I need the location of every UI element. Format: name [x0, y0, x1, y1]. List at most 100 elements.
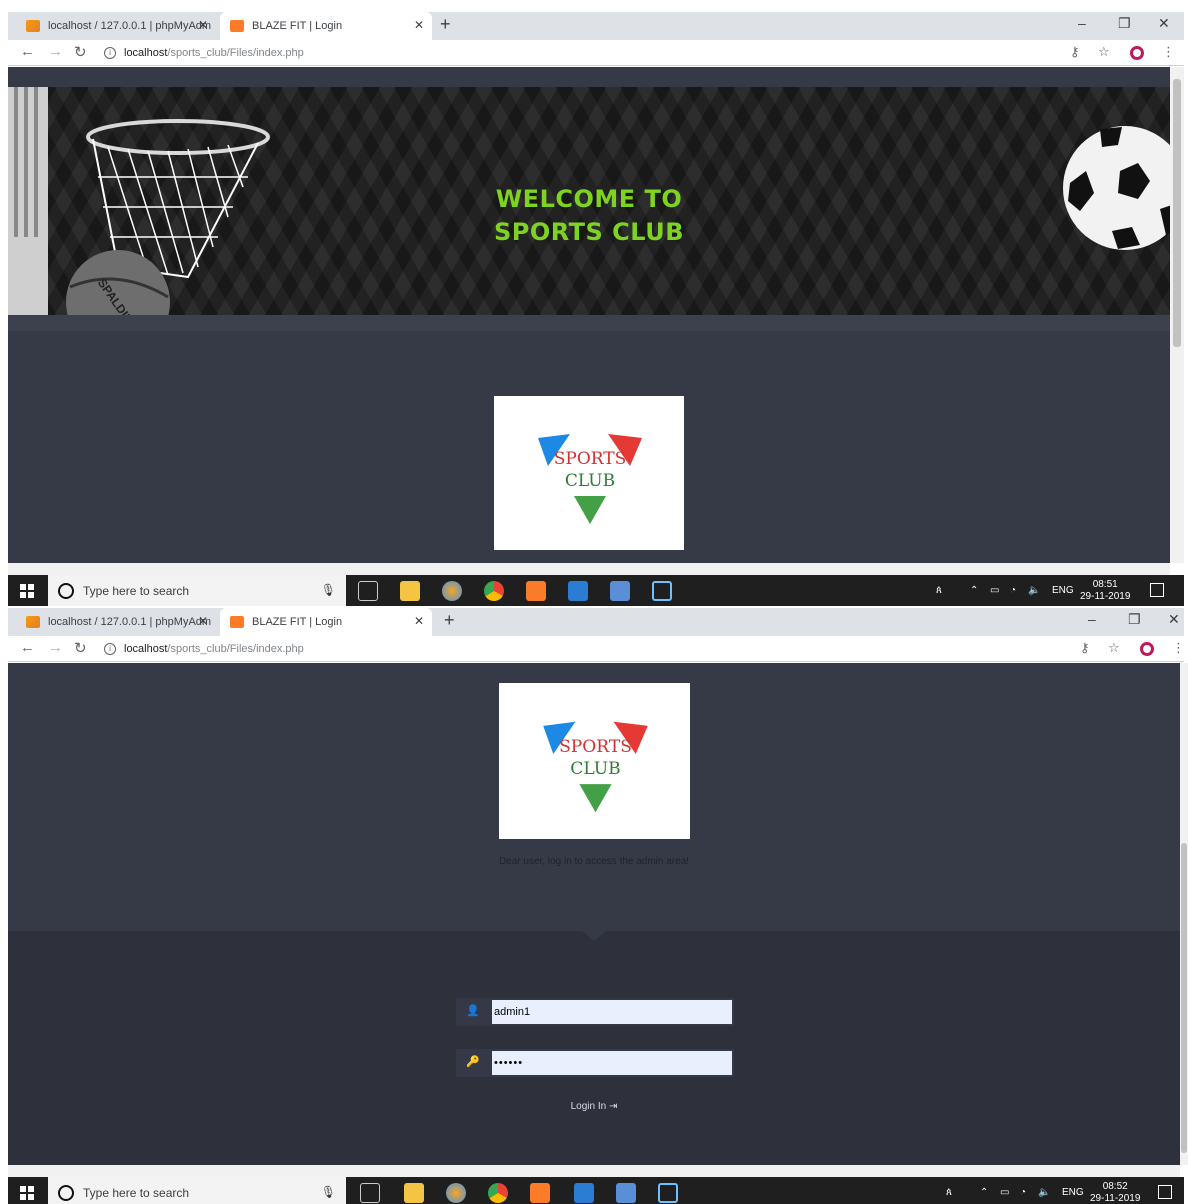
soccer-ball-icon [1063, 126, 1170, 250]
notes-icon[interactable] [610, 581, 630, 601]
welcome-line-1: WELCOME TO [495, 185, 683, 213]
logo-text-sports: SPORTS [554, 449, 627, 469]
profile-target-icon[interactable] [1140, 642, 1154, 656]
profile-target-icon[interactable] [1130, 46, 1144, 60]
word-icon[interactable] [574, 1183, 594, 1203]
menu-dots-icon[interactable]: ⋮ [1172, 640, 1185, 656]
microphone-icon[interactable]: 🎙 [321, 1185, 336, 1199]
chrome-icon[interactable] [488, 1183, 508, 1203]
app-icon[interactable] [446, 1183, 466, 1203]
volume-icon[interactable]: 🔈 [1028, 585, 1040, 596]
tab-phpmyadmin[interactable]: localhost / 127.0.0.1 | phpMyAdm ✕ [16, 608, 216, 636]
hero-banner: SPALDING WELCOME TO SPORTS CLUB [8, 87, 1170, 315]
search-placeholder: Type here to search [83, 584, 190, 598]
tab-phpmyadmin[interactable]: localhost / 127.0.0.1 | phpMyAdm ✕ [16, 12, 216, 40]
windows-start-icon[interactable] [20, 584, 34, 598]
taskbar-search-box[interactable]: Type here to search 🎙 [48, 575, 346, 606]
snipping-tool-icon[interactable] [658, 1183, 678, 1203]
tab-label: BLAZE FIT | Login [252, 20, 343, 32]
taskbar-clock[interactable]: 08:52 29-11-2019 [1090, 1181, 1140, 1204]
cortana-icon [58, 1185, 74, 1201]
login-lead-text: Dear user, log in to access the admin ar… [498, 856, 690, 867]
close-window-button[interactable]: ✕ [1158, 15, 1170, 32]
people-icon[interactable]: ጰ [946, 1187, 952, 1198]
address-bar[interactable]: i localhost/sports_club/Files/index.php [104, 42, 1054, 64]
screenshot-1: localhost / 127.0.0.1 | phpMyAdm ✕ BLAZE… [0, 0, 1188, 606]
login-button[interactable]: Login In ⇥ [8, 1101, 1180, 1112]
file-explorer-icon[interactable] [400, 581, 420, 601]
battery-icon[interactable]: ▭ [1000, 1187, 1009, 1198]
windows-taskbar: Type here to search 🎙 ጰ ⌃ ▭ ◔ 🔈 ENG 08:5… [8, 575, 1184, 606]
new-tab-button[interactable]: + [444, 610, 455, 631]
forward-arrow-icon[interactable]: → [48, 43, 63, 60]
language-indicator[interactable]: ENG [1052, 585, 1074, 596]
word-icon[interactable] [568, 581, 588, 601]
password-input[interactable]: •••••• [492, 1051, 732, 1075]
app-icon[interactable] [442, 581, 462, 601]
horizontal-scrollbar[interactable] [8, 563, 1170, 575]
restore-button[interactable]: ❐ [1118, 15, 1131, 32]
tray-chevron-icon[interactable]: ⌃ [980, 1187, 988, 1198]
reload-icon[interactable]: ↻ [74, 639, 87, 657]
tab-blaze-fit[interactable]: BLAZE FIT | Login ✕ [220, 12, 432, 40]
windows-start-icon[interactable] [20, 1186, 34, 1200]
close-tab-icon[interactable]: ✕ [414, 18, 424, 32]
notification-icon[interactable] [1158, 1185, 1172, 1199]
chrome-icon[interactable] [484, 581, 504, 601]
user-icon: 👤 [466, 1005, 480, 1017]
reload-icon[interactable]: ↻ [74, 43, 87, 61]
notes-icon[interactable] [616, 1183, 636, 1203]
people-icon[interactable]: ጰ [936, 585, 942, 596]
microphone-icon[interactable]: 🎙 [321, 583, 336, 597]
battery-icon[interactable]: ▭ [990, 585, 999, 596]
file-explorer-icon[interactable] [404, 1183, 424, 1203]
tab-label: BLAZE FIT | Login [252, 616, 343, 628]
minimize-button[interactable]: – [1088, 611, 1096, 627]
back-arrow-icon[interactable]: ← [20, 639, 35, 656]
star-icon[interactable]: ☆ [1108, 640, 1120, 656]
wifi-icon[interactable]: ◔ [1010, 585, 1016, 596]
horizontal-scrollbar[interactable] [8, 1165, 1180, 1177]
volume-icon[interactable]: 🔈 [1038, 1187, 1050, 1198]
menu-dots-icon[interactable]: ⋮ [1162, 44, 1175, 60]
back-arrow-icon[interactable]: ← [20, 43, 35, 60]
close-window-button[interactable]: ✕ [1168, 611, 1180, 628]
notification-icon[interactable] [1150, 583, 1164, 597]
close-tab-icon[interactable]: ✕ [198, 614, 208, 628]
tab-blaze-fit[interactable]: BLAZE FIT | Login ✕ [220, 608, 432, 636]
key-icon[interactable]: ⚷ [1080, 640, 1090, 656]
task-view-icon[interactable] [360, 1183, 380, 1203]
restore-button[interactable]: ❐ [1128, 611, 1141, 628]
snipping-tool-icon[interactable] [652, 581, 672, 601]
key-icon[interactable]: ⚷ [1070, 44, 1080, 60]
language-indicator[interactable]: ENG [1062, 1187, 1084, 1198]
wifi-icon[interactable]: ◔ [1020, 1187, 1026, 1198]
tab-strip: localhost / 127.0.0.1 | phpMyAdm ✕ BLAZE… [8, 608, 1184, 636]
tray-chevron-icon[interactable]: ⌃ [970, 585, 978, 596]
xampp-taskbar-icon[interactable] [530, 1183, 550, 1203]
taskbar-search-box[interactable]: Type here to search 🎙 [48, 1177, 346, 1204]
close-tab-icon[interactable]: ✕ [198, 18, 208, 32]
minimize-button[interactable]: – [1078, 15, 1086, 31]
info-icon[interactable]: i [104, 643, 116, 655]
new-tab-button[interactable]: + [440, 14, 451, 35]
forward-arrow-icon[interactable]: → [48, 639, 63, 656]
logo-graphic: SPORTS CLUB [538, 434, 642, 524]
username-input[interactable]: admin1 [492, 1000, 732, 1024]
clock-time: 08:52 [1102, 1181, 1128, 1192]
tab-label: localhost / 127.0.0.1 | phpMyAdm [48, 616, 212, 628]
info-icon[interactable]: i [104, 47, 116, 59]
close-tab-icon[interactable]: ✕ [414, 614, 424, 628]
task-view-icon[interactable] [358, 581, 378, 601]
clock-date: 29-11-2019 [1090, 1193, 1141, 1204]
xampp-taskbar-icon[interactable] [526, 581, 546, 601]
taskbar-clock[interactable]: 08:51 29-11-2019 [1080, 579, 1130, 603]
logo-graphic: SPORTS CLUB [543, 721, 648, 813]
cortana-icon [58, 583, 74, 599]
clock-time: 08:51 [1092, 579, 1118, 590]
address-bar[interactable]: i localhost/sports_club/Files/index.php [104, 638, 1054, 660]
vertical-scrollbar[interactable] [1170, 67, 1184, 563]
welcome-line-2: SPORTS CLUB [493, 218, 685, 246]
star-icon[interactable]: ☆ [1098, 44, 1110, 60]
vertical-scrollbar[interactable] [1180, 663, 1188, 1165]
